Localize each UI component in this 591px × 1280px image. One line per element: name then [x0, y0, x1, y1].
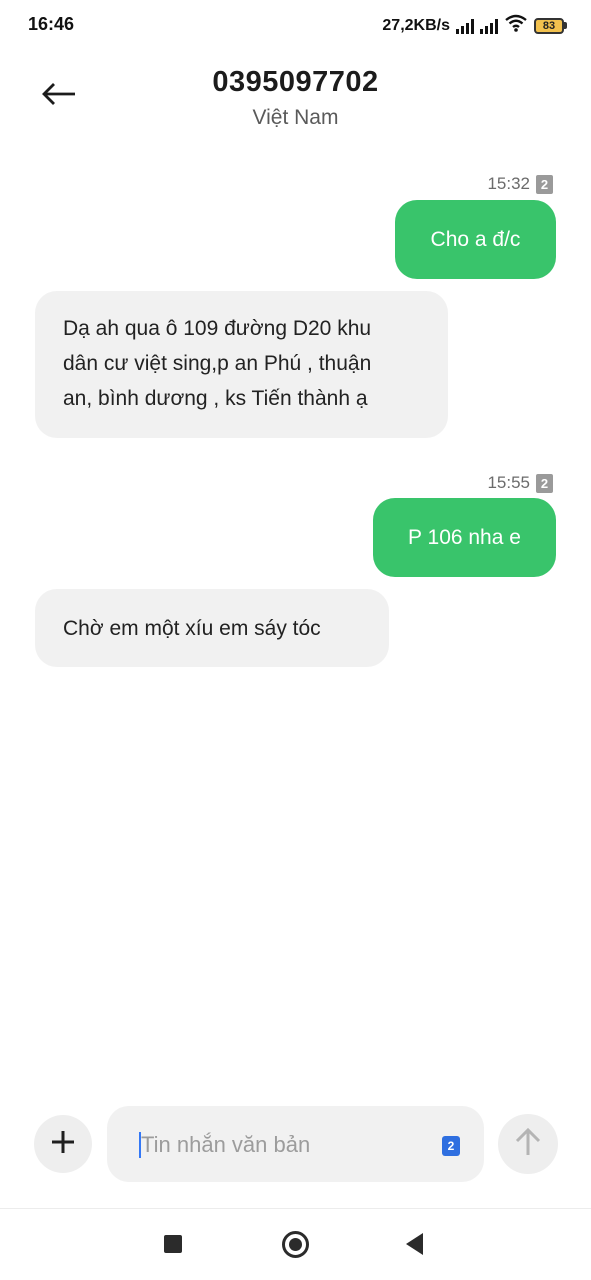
message-text-line: Chờ em một xíu em sáy tóc: [63, 617, 321, 640]
message-text: P 106 nha e: [408, 526, 521, 549]
send-arrow-icon: [515, 1127, 541, 1162]
sim-select-icon[interactable]: 2: [442, 1136, 460, 1156]
input-placeholder: Tin nhắn văn bản: [141, 1132, 311, 1157]
sim-icon: 2: [536, 473, 553, 493]
message-text-line: an, bình dương , ks Tiến thành ạ: [63, 387, 368, 410]
signal-icon: [456, 18, 474, 34]
nav-back-icon[interactable]: [406, 1233, 423, 1255]
outgoing-message-bubble[interactable]: P 106 nha e: [373, 498, 556, 577]
message-text: Cho a đ/c: [430, 228, 521, 251]
incoming-message-bubble[interactable]: Chờ em một xíu em sáy tóc: [35, 589, 389, 667]
recent-apps-icon[interactable]: [164, 1235, 182, 1253]
send-button[interactable]: [498, 1114, 558, 1174]
signal-icon: [480, 18, 498, 34]
wifi-icon: [504, 14, 528, 37]
status-time: 16:46: [28, 14, 75, 34]
incoming-message-bubble[interactable]: Dạ ah qua ô 109 đường D20 khu dân cư việ…: [35, 291, 448, 438]
attach-button[interactable]: [34, 1115, 92, 1173]
message-input[interactable]: Tin nhắn văn bản 2: [107, 1106, 484, 1182]
sim-icon: 2: [536, 174, 553, 194]
message-composer: Tin nhắn văn bản 2: [0, 1104, 591, 1184]
system-nav-bar: [0, 1209, 591, 1280]
conversation-header: 0395097702 Việt Nam: [0, 54, 591, 144]
contact-number: 0395097702: [212, 66, 379, 98]
home-icon[interactable]: [282, 1231, 309, 1258]
battery-icon: 83: [534, 17, 567, 34]
outgoing-message-bubble[interactable]: Cho a đ/c: [395, 200, 556, 279]
contact-country: Việt Nam: [252, 106, 339, 129]
network-speed: 27,2KB/s: [382, 16, 450, 34]
message-text-line: Dạ ah qua ô 109 đường D20 khu: [63, 317, 372, 340]
message-timestamp: 15:55 2: [487, 473, 553, 493]
plus-icon: [51, 1130, 75, 1159]
message-timestamp: 15:32 2: [487, 174, 553, 194]
status-icons: 27,2KB/s 83: [382, 14, 567, 37]
message-text-line: dân cư việt sing,p an Phú , thuận: [63, 352, 372, 375]
status-bar: 16:46 27,2KB/s 83: [0, 0, 591, 54]
timestamp-text: 15:32: [487, 174, 530, 193]
battery-level: 83: [534, 17, 564, 34]
timestamp-text: 15:55: [487, 473, 530, 492]
